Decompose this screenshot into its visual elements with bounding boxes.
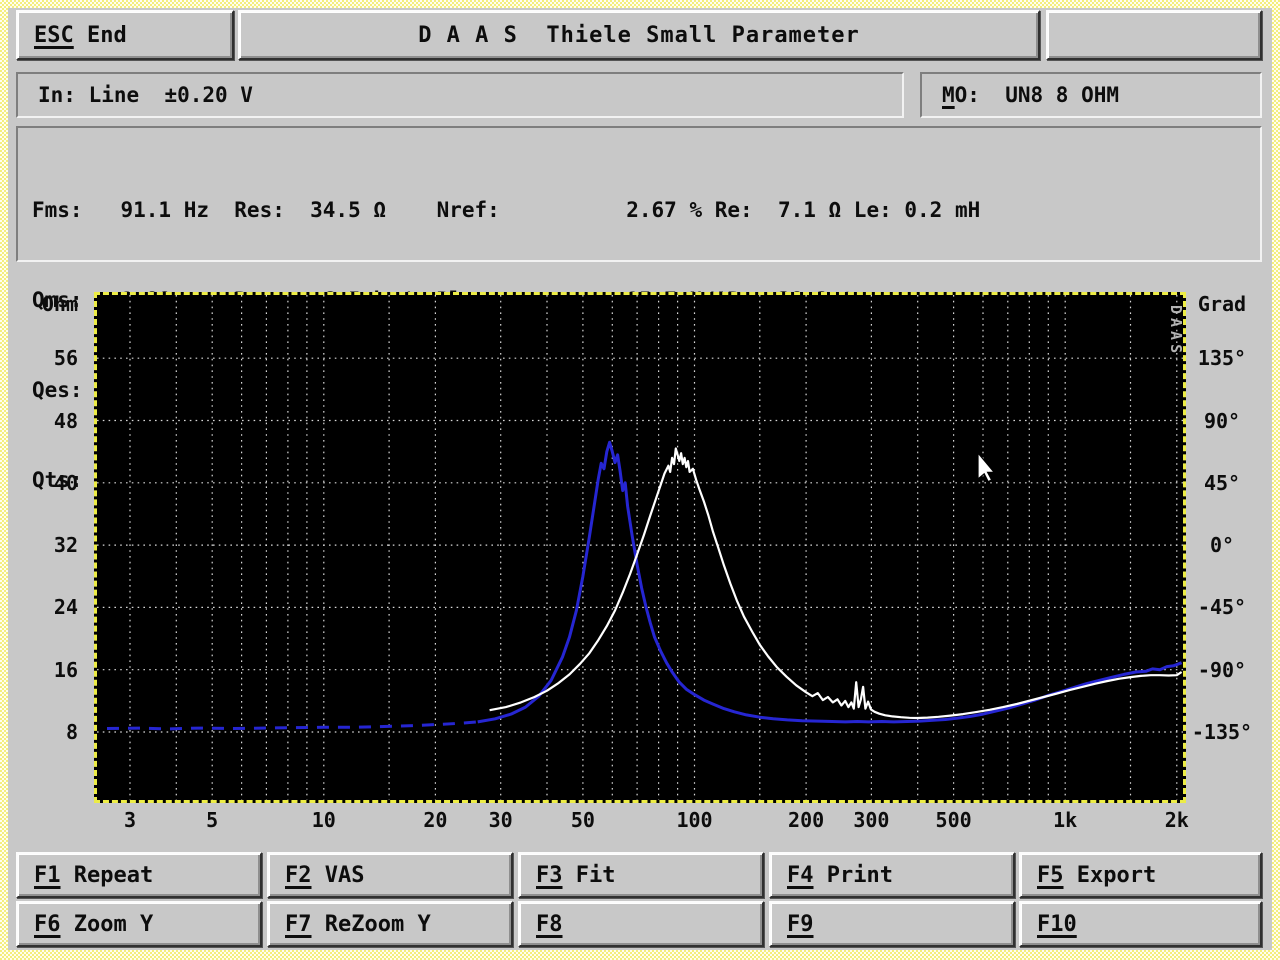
- input-status-panel: In: Line ±0.20 V: [16, 72, 904, 118]
- f9-button[interactable]: F9: [769, 901, 1015, 947]
- grad-tick-label: -135°: [1191, 720, 1253, 744]
- esc-label: End: [86, 22, 127, 48]
- f3-button[interactable]: F3 Fit: [518, 852, 764, 898]
- ohm-axis-ticks: 56 48 40 32 24 16 8: [16, 295, 78, 800]
- f2-label: VAS: [324, 862, 365, 888]
- frequency-tick-label: 50: [570, 808, 595, 832]
- top-right-blank-button[interactable]: [1046, 10, 1262, 60]
- frequency-tick-label: 100: [676, 808, 713, 832]
- daas-watermark: DAAS: [1167, 305, 1183, 357]
- frequency-tick-label: 2k: [1164, 808, 1189, 832]
- f6-button[interactable]: F6 Zoom Y: [16, 901, 262, 947]
- f10-button[interactable]: F10: [1019, 901, 1262, 947]
- ohm-tick-label: 56: [53, 346, 78, 371]
- f10-hotkey: F10: [1037, 911, 1077, 937]
- f8-hotkey: F8: [536, 911, 563, 937]
- f6-hotkey: F6: [34, 911, 61, 937]
- f5-button[interactable]: F5 Export: [1019, 852, 1262, 898]
- grad-tick-label: 90°: [1203, 408, 1241, 433]
- frequency-tick-label: 20: [423, 808, 448, 832]
- f9-hotkey: F9: [787, 911, 814, 937]
- ohm-tick-label: 8: [65, 720, 78, 744]
- frequency-tick-label: 300: [853, 808, 890, 832]
- ohm-tick-label: 40: [53, 470, 78, 495]
- grad-tick-label: -90°: [1197, 657, 1247, 682]
- impedance-plot[interactable]: DAAS: [94, 292, 1186, 803]
- f2-hotkey: F2: [285, 862, 312, 888]
- frequency-tick-label: 30: [488, 808, 513, 832]
- esc-hotkey: ESC: [34, 22, 74, 48]
- title-bar: D A A S Thiele Small Parameter: [238, 10, 1040, 60]
- f7-label: ReZoom Y: [324, 911, 431, 937]
- impedance-added-mass: [477, 440, 1183, 724]
- param-row: Fms: 91.1 Hz Res: 34.5 Ω Nref: 2.67 % Re…: [32, 198, 981, 222]
- frequency-tick-label: 500: [935, 808, 972, 832]
- frequency-tick-label: 200: [788, 808, 825, 832]
- grad-tick-label: 135°: [1197, 346, 1247, 371]
- f1-label: Repeat: [73, 862, 154, 888]
- impedance-added-mass-low: [106, 720, 478, 731]
- mo-label-rest: O:: [954, 83, 980, 107]
- frequency-tick-label: 3: [123, 808, 137, 832]
- ohm-tick-label: 24: [53, 595, 78, 620]
- input-level-value: ±0.20 V: [164, 83, 253, 107]
- f3-label: Fit: [575, 862, 616, 888]
- frequency-tick-label: 10: [311, 808, 336, 832]
- ohm-tick-label: 16: [53, 657, 78, 682]
- f6-label: Zoom Y: [73, 911, 154, 937]
- f1-button[interactable]: F1 Repeat: [16, 852, 262, 898]
- f5-hotkey: F5: [1037, 862, 1064, 888]
- f3-hotkey: F3: [536, 862, 563, 888]
- model-select-panel[interactable]: M O: UN8 8 OHM: [920, 72, 1262, 118]
- f5-label: Export: [1076, 862, 1157, 888]
- frequency-tick-label: 5: [206, 808, 219, 832]
- f4-button[interactable]: F4 Print: [769, 852, 1015, 898]
- f7-hotkey: F7: [285, 911, 312, 937]
- parameters-panel: Fms: 91.1 Hz Res: 34.5 Ω Nref: 2.67 % Re…: [16, 126, 1262, 492]
- grad-axis-ticks: 135° 90° 45° 0° -45° -90° -135°: [1186, 295, 1258, 800]
- f2-button[interactable]: F2 VAS: [267, 852, 513, 898]
- mo-hotkey: M: [942, 83, 955, 107]
- grad-tick-label: 45°: [1203, 470, 1241, 495]
- page-title: D A A S Thiele Small Parameter: [418, 22, 860, 48]
- f4-hotkey: F4: [787, 862, 814, 888]
- grad-tick-label: -45°: [1197, 595, 1247, 620]
- f4-label: Print: [826, 862, 893, 888]
- daas-screen: { "header": { "esc_key": "ESC", "esc_lab…: [0, 0, 1280, 960]
- ohm-tick-label: 32: [53, 533, 78, 558]
- frequency-tick-label: 1k: [1053, 808, 1078, 832]
- input-label: In: Line: [38, 83, 140, 107]
- f7-button[interactable]: F7 ReZoom Y: [267, 901, 513, 947]
- esc-end-button[interactable]: ESC End: [16, 10, 234, 60]
- mouse-cursor: [977, 451, 996, 483]
- impedance-plot-canvas: DAAS: [97, 295, 1183, 800]
- f8-button[interactable]: F8: [518, 901, 764, 947]
- impedance-free-air: [489, 447, 1183, 720]
- f1-hotkey: F1: [34, 862, 61, 888]
- model-name: UN8 8 OHM: [1005, 83, 1120, 107]
- frequency-axis-ticks: 3 5 10 20 30 50 100 200 300 500 1k 2k: [97, 808, 1189, 838]
- grad-tick-label: 0°: [1209, 533, 1235, 558]
- ohm-tick-label: 48: [53, 408, 78, 433]
